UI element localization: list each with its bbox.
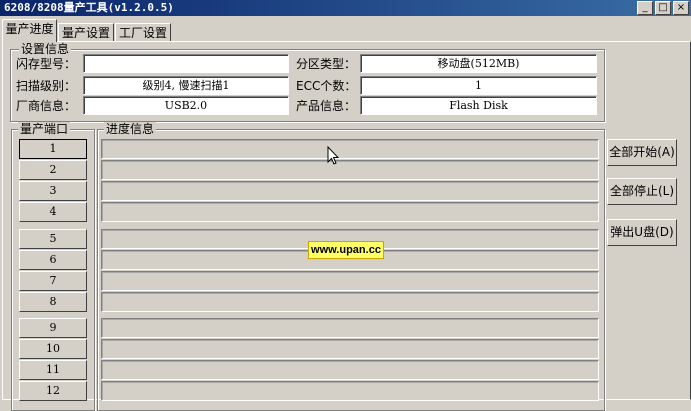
ports-group-title: 量产端口 (18, 122, 71, 136)
flash-model-label: 闪存型号： (16, 57, 77, 71)
port-progress-bar (101, 139, 599, 159)
port-progress-bar (101, 318, 599, 338)
watermark-label: www.upan.cc (308, 241, 384, 259)
progress-group-title: 进度信息 (104, 122, 157, 136)
window-controls: _ □ × (637, 1, 689, 15)
port-progress-bar (101, 381, 599, 401)
port-button[interactable]: 12 (19, 381, 87, 401)
title-bar: 6208/8208量产工具(v1.2.0.5) _ □ × (0, 0, 691, 16)
start-all-button[interactable]: 全部开始(A) (607, 139, 677, 166)
eject-udisk-button[interactable]: 弹出U盘(D) (607, 219, 677, 246)
scan-level-field[interactable]: 级别4, 慢速扫描1 (83, 76, 289, 95)
port-progress-bar (101, 181, 599, 201)
port-progress-bar (101, 292, 599, 312)
product-label: 产品信息： (296, 99, 357, 113)
tab-production-progress[interactable]: 量产进度 (2, 19, 57, 42)
scan-level-label: 扫描级别： (16, 79, 77, 93)
port-button[interactable]: 9 (19, 318, 87, 338)
window-title: 6208/8208量产工具(v1.2.0.5) (4, 1, 174, 14)
close-button[interactable]: × (673, 1, 689, 15)
port-button[interactable]: 4 (19, 202, 87, 222)
settings-group-title: 设置信息 (19, 42, 72, 56)
port-button[interactable]: 10 (19, 339, 87, 359)
port-button[interactable]: 2 (19, 160, 87, 180)
port-button[interactable]: 1 (19, 139, 87, 159)
port-progress-bar (101, 271, 599, 291)
vendor-field[interactable]: USB2.0 (83, 96, 289, 115)
port-button[interactable]: 7 (19, 271, 87, 291)
partition-label: 分区类型： (296, 57, 357, 71)
port-button[interactable]: 6 (19, 250, 87, 270)
tab-production-settings[interactable]: 量产设置 (58, 23, 114, 41)
ecc-field[interactable]: 1 (360, 76, 597, 95)
port-progress-bar (101, 360, 599, 380)
product-field[interactable]: Flash Disk (360, 96, 597, 115)
port-progress-bar (101, 160, 599, 180)
vendor-label: 厂商信息： (16, 99, 77, 113)
port-progress-bar (101, 339, 599, 359)
port-button[interactable]: 8 (19, 292, 87, 312)
partition-field[interactable]: 移动盘(512MB) (360, 54, 597, 73)
port-progress-bar (101, 202, 599, 222)
tab-factory-settings[interactable]: 工厂设置 (115, 23, 171, 41)
ecc-label: ECC个数： (296, 79, 357, 93)
port-button[interactable]: 5 (19, 229, 87, 249)
flash-model-field[interactable] (83, 54, 289, 73)
mouse-cursor-icon (327, 146, 339, 165)
maximize-button[interactable]: □ (655, 1, 671, 15)
minimize-button[interactable]: _ (637, 1, 653, 15)
stop-all-button[interactable]: 全部停止(L) (607, 178, 677, 205)
port-button[interactable]: 11 (19, 360, 87, 380)
port-button[interactable]: 3 (19, 181, 87, 201)
